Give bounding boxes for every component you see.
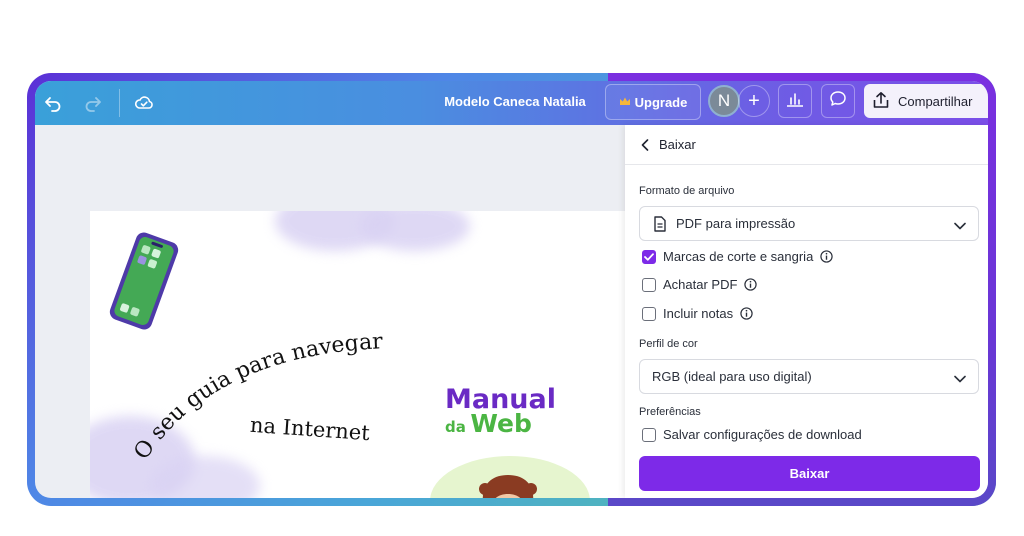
editor-window: Modelo Caneca Natalia Upgrade N + Compar… [35, 81, 988, 498]
checkbox-unchecked[interactable] [642, 427, 656, 442]
upgrade-label: Upgrade [634, 94, 688, 110]
avatar[interactable]: N [708, 85, 740, 117]
file-format-select[interactable]: PDF para impressão [639, 206, 979, 241]
logo-small: da [445, 418, 466, 436]
upgrade-button[interactable]: Upgrade [605, 84, 701, 120]
checkbox-unchecked[interactable] [642, 306, 656, 321]
comments-button[interactable] [821, 84, 855, 118]
document-icon [654, 215, 666, 232]
checkbox-unchecked[interactable] [642, 277, 656, 292]
plus-icon: + [748, 89, 760, 112]
manual-da-web-logo: Manual da Web [445, 386, 585, 439]
chart-icon [786, 91, 804, 112]
crown-icon [619, 95, 631, 110]
share-button[interactable]: Compartilhar [864, 84, 988, 118]
smartphone-illustration [109, 232, 179, 330]
chevron-left-icon[interactable] [641, 138, 649, 151]
avatar-initial: N [717, 91, 731, 110]
girl-illustration [479, 475, 537, 498]
undo-icon[interactable] [41, 91, 65, 115]
checkmark-icon [644, 252, 654, 261]
color-profile-label: Perfil de cor [639, 338, 698, 350]
color-profile-value: RGB (ideal para uso digital) [652, 369, 812, 384]
preferences-label: Preferências [639, 406, 701, 418]
svg-text:O seu guia para navegar: O seu guia para navegar [129, 329, 383, 464]
logo-big: Web [470, 409, 532, 438]
color-profile-select[interactable]: RGB (ideal para uso digital) [639, 359, 979, 394]
option-flatten-pdf[interactable]: Achatar PDF [642, 277, 758, 292]
chevron-down-icon [954, 218, 966, 233]
option-include-notes[interactable]: Incluir notas [642, 306, 753, 321]
option-label: Achatar PDF [663, 277, 738, 292]
option-label: Incluir notas [663, 306, 734, 321]
add-collaborator-button[interactable]: + [738, 85, 770, 117]
insights-button[interactable] [778, 84, 812, 118]
curved-title-text: O seu guia para navegar [129, 329, 383, 464]
design-canvas[interactable]: O seu guia para navegar na Internet Manu… [90, 211, 630, 498]
download-panel-header[interactable]: Baixar [625, 125, 988, 165]
document-title[interactable]: Modelo Caneca Natalia [435, 94, 595, 109]
option-label: Marcas de corte e sangria [663, 249, 814, 264]
comment-icon [829, 90, 847, 113]
file-format-value: PDF para impressão [676, 216, 796, 231]
top-toolbar: Modelo Caneca Natalia Upgrade N + Compar… [35, 81, 988, 125]
checkbox-checked[interactable] [642, 249, 656, 264]
panel-title: Baixar [659, 137, 696, 152]
watercolor-cloud [360, 211, 470, 251]
download-panel: Baixar Formato de arquivo PDF para impre… [625, 125, 988, 498]
info-icon[interactable] [744, 278, 758, 291]
download-button[interactable]: Baixar [639, 456, 980, 491]
option-crop-marks[interactable]: Marcas de corte e sangria [642, 249, 833, 264]
share-upload-icon [872, 91, 890, 112]
chevron-down-icon [954, 371, 966, 386]
cloud-check-icon[interactable] [132, 91, 156, 115]
info-icon[interactable] [820, 250, 833, 263]
share-label: Compartilhar [898, 93, 973, 109]
toolbar-divider [119, 89, 120, 117]
redo-icon[interactable] [81, 91, 105, 115]
info-icon[interactable] [740, 307, 753, 320]
curved-title: O seu guia para navegar [129, 329, 383, 464]
option-label: Salvar configurações de download [663, 427, 862, 442]
option-save-settings[interactable]: Salvar configurações de download [642, 427, 862, 442]
file-format-label: Formato de arquivo [639, 185, 735, 197]
